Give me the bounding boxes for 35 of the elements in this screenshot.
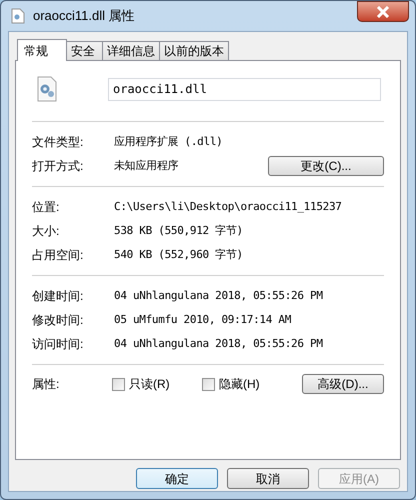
field-label: 修改时间: bbox=[32, 312, 84, 329]
field-value: C:\Users\li\Desktop\oraocci11_115237 bbox=[114, 198, 343, 215]
field-value: 538 KB (550,912 字节) bbox=[114, 222, 244, 239]
field-label: 创建时间: bbox=[32, 288, 84, 305]
file-icon bbox=[11, 8, 25, 24]
file-gear-icon bbox=[36, 76, 58, 102]
window-title: oraocci11.dll 属性 bbox=[33, 7, 135, 26]
field-label: 文件类型: bbox=[32, 134, 84, 151]
field-value: 应用程序扩展 (.dll) bbox=[114, 134, 224, 150]
tab[interactable]: 详细信息 bbox=[103, 41, 160, 60]
dialog-button[interactable]: 取消 bbox=[227, 468, 309, 489]
attributes-label: 属性: bbox=[31, 376, 60, 393]
field-value: 540 KB (552,960 字节) bbox=[114, 246, 244, 263]
checkbox[interactable] bbox=[202, 378, 215, 390]
checkbox[interactable] bbox=[112, 378, 125, 390]
field-value: 未知应用程序 bbox=[114, 158, 180, 174]
field-label: 位置: bbox=[32, 199, 60, 216]
checkbox-label: 隐藏(H) bbox=[219, 376, 260, 393]
tab[interactable]: 以前的版本 bbox=[160, 41, 229, 60]
tab[interactable]: 安全 bbox=[67, 41, 103, 60]
field-label: 打开方式: bbox=[32, 158, 84, 175]
advanced-button[interactable]: 高级(D)... bbox=[302, 374, 384, 394]
field-value: 05 uMfumfu 2010, 09:17:14 AM bbox=[114, 312, 292, 328]
change-button[interactable]: 更改(C)... bbox=[268, 156, 384, 176]
tab[interactable]: 常规 bbox=[17, 39, 67, 61]
field-label: 访问时间: bbox=[32, 336, 84, 353]
close-icon bbox=[376, 6, 390, 18]
field-label: 占用空间: bbox=[32, 247, 84, 264]
field-label: 大小: bbox=[32, 223, 60, 240]
file-name-field[interactable]: oraocci11.dll bbox=[108, 78, 381, 100]
close-button[interactable] bbox=[357, 1, 409, 22]
dialog-button[interactable]: 确定 bbox=[136, 468, 218, 489]
field-value: 04 uNhlangulana 2018, 05:55:26 PM bbox=[114, 288, 324, 304]
field-value: 04 uNhlangulana 2018, 05:55:26 PM bbox=[114, 336, 324, 352]
checkbox-label: 只读(R) bbox=[129, 376, 170, 393]
